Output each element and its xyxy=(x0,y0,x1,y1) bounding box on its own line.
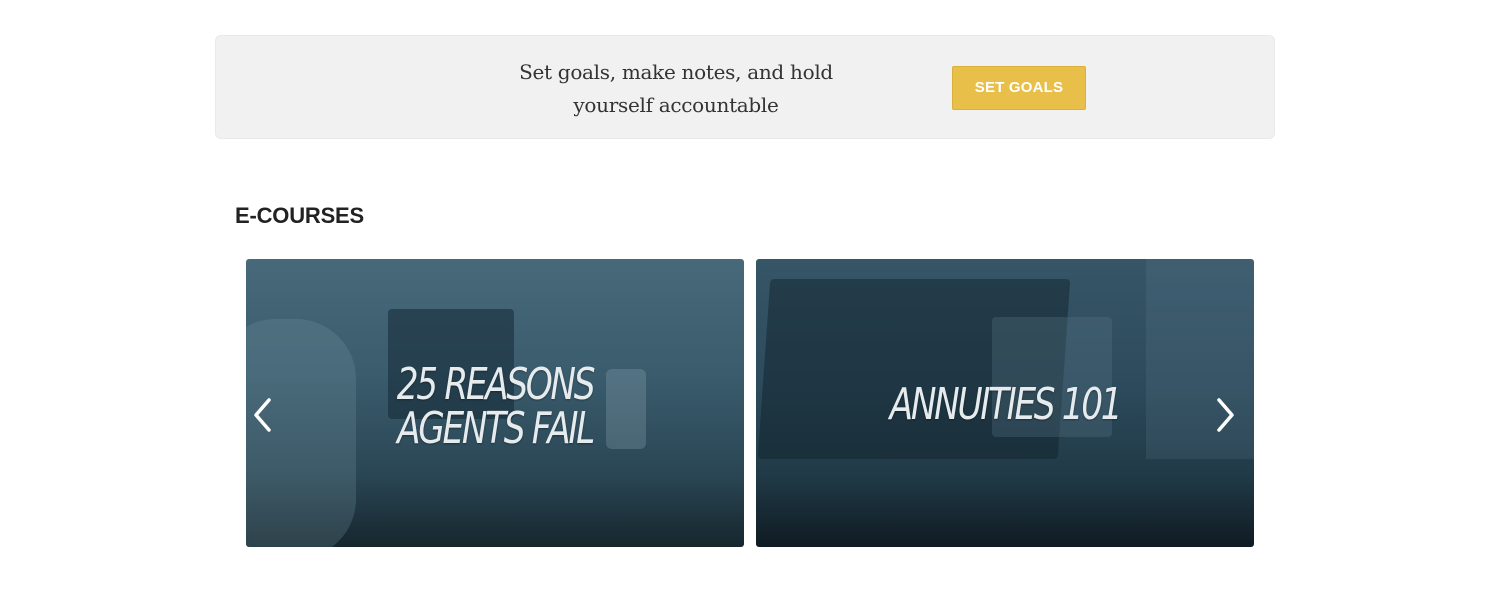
goals-banner-text: Set goals, make notes, and hold yourself… xyxy=(519,60,833,117)
course-card-title: ANNUITIES 101 xyxy=(889,379,1123,430)
page: Set goals, make notes, and hold yourself… xyxy=(0,0,1491,611)
course-card-annuities-101[interactable]: ANNUITIES 101 xyxy=(756,259,1254,547)
ecourses-heading: E-COURSES xyxy=(235,203,364,228)
course-card-title: 25 REASONS AGENTS FAIL xyxy=(396,359,596,454)
chevron-right-icon[interactable] xyxy=(1214,395,1238,435)
course-card-25-reasons[interactable]: 25 REASONS AGENTS FAIL xyxy=(246,259,744,547)
chevron-left-icon[interactable] xyxy=(250,395,274,435)
set-goals-button[interactable]: SET GOALS xyxy=(952,66,1086,110)
goals-banner: Set goals, make notes, and hold yourself… xyxy=(215,35,1275,139)
